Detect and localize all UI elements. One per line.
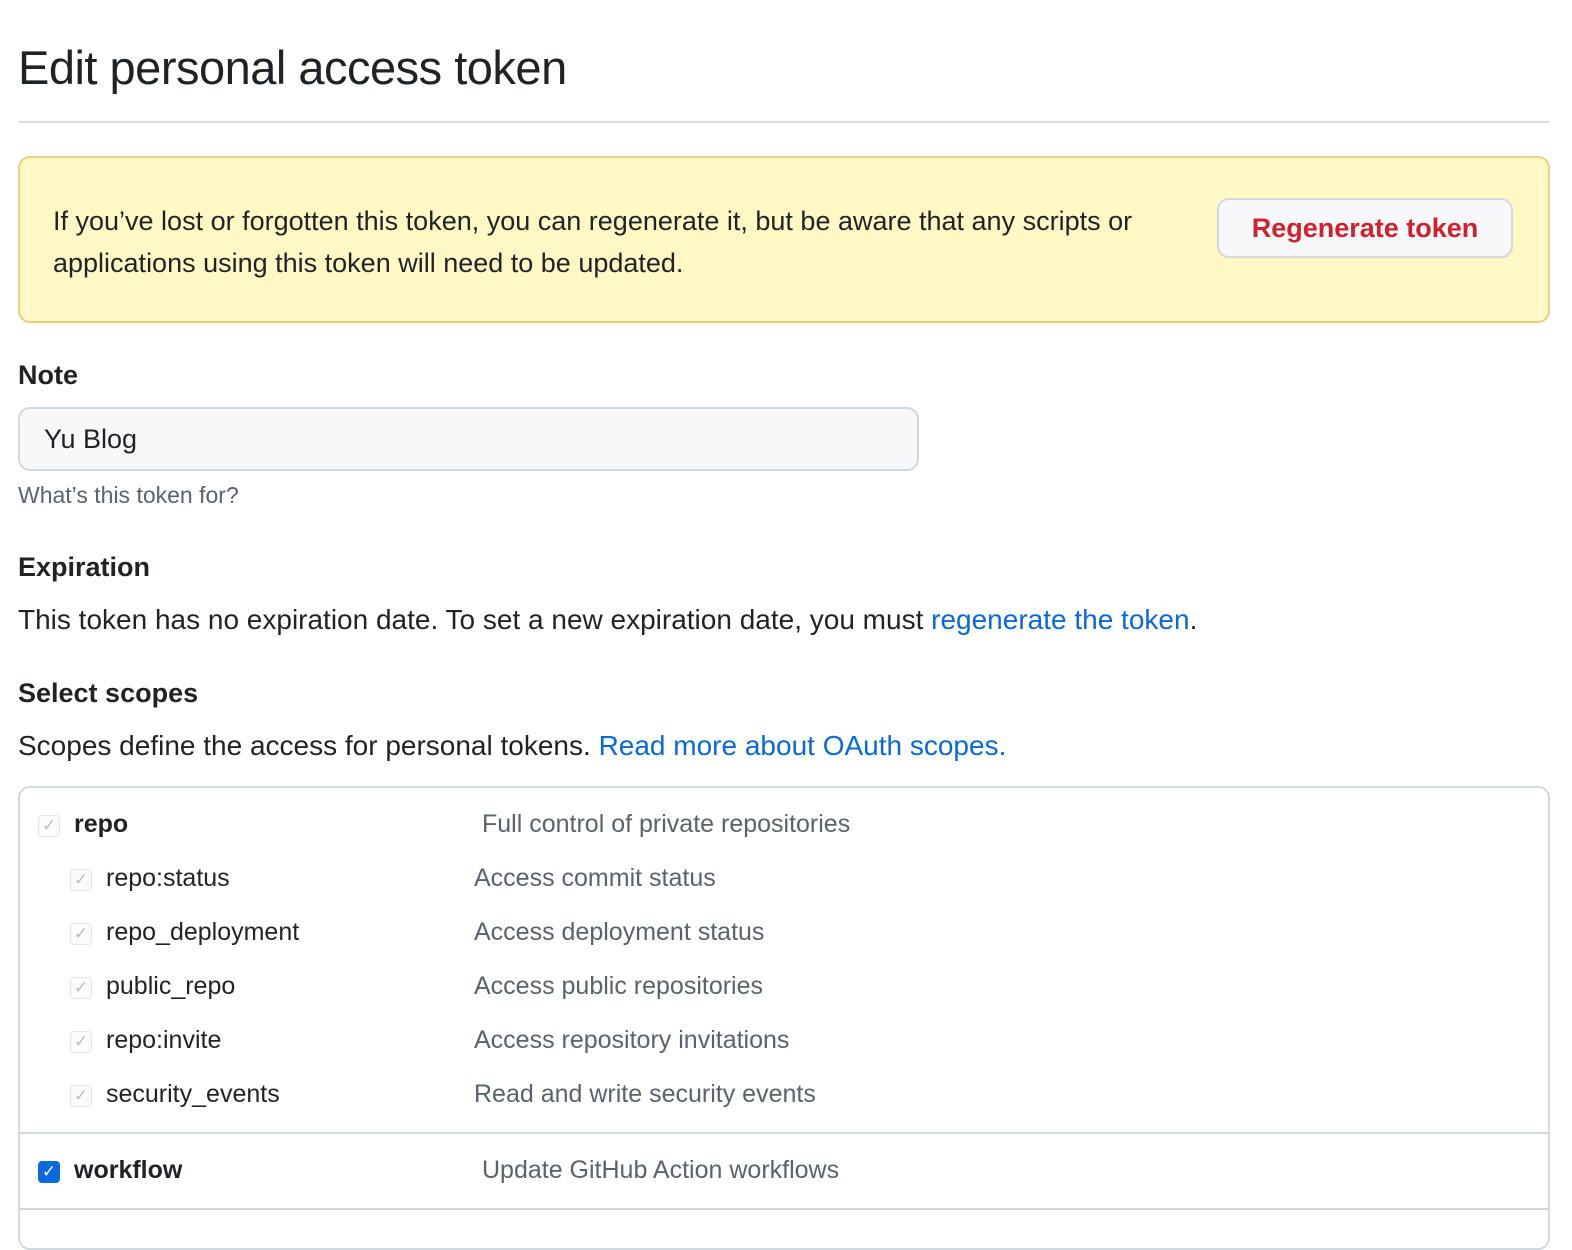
scope-desc: Read and write security events [474,1080,816,1108]
scope-checkbox-repo-deployment[interactable]: ✓ [70,923,92,945]
scope-row-repo: ✓ repo Full control of private repositor… [20,806,1548,846]
oauth-scopes-link[interactable]: Read more about OAuth scopes. [599,730,1007,761]
regenerate-token-button[interactable]: Regenerate token [1217,198,1513,258]
expiration-text: This token has no expiration date. To se… [18,604,1197,636]
scope-desc: Access commit status [474,864,716,892]
scope-checkbox-repo-status[interactable]: ✓ [70,869,92,891]
scope-row-security-events: ✓ security_events Read and write securit… [20,1076,1548,1116]
scope-name: workflow [74,1156,183,1184]
scope-name: public_repo [106,972,236,1000]
note-label: Note [18,360,78,390]
scope-row-repo-status: ✓ repo:status Access commit status [20,860,1548,900]
scope-name: security_events [106,1080,280,1108]
scope-checkbox-repo[interactable]: ✓ [38,815,60,837]
note-input[interactable] [18,407,919,471]
scopes-list: ✓ repo Full control of private repositor… [18,786,1550,1250]
scope-row-public-repo: ✓ public_repo Access public repositories [20,968,1548,1008]
scope-checkbox-public-repo[interactable]: ✓ [70,977,92,999]
scopes-text: Scopes define the access for personal to… [18,730,1006,762]
scope-name: repo_deployment [106,918,300,946]
scope-name: repo [74,810,129,838]
scopes-text-body: Scopes define the access for personal to… [18,730,599,761]
page-title: Edit personal access token [18,41,567,94]
scope-name: repo:status [106,864,230,892]
scope-desc: Update GitHub Action workflows [482,1156,840,1184]
scopes-label: Select scopes [18,678,199,708]
scope-row-repo-deployment: ✓ repo_deployment Access deployment stat… [20,914,1548,954]
scope-desc: Access repository invitations [474,1026,790,1054]
expiration-suffix: . [1189,604,1198,635]
scope-checkbox-security-events[interactable]: ✓ [70,1085,92,1107]
scope-divider [18,1208,1548,1210]
regenerate-token-link[interactable]: regenerate the token [931,604,1189,635]
scope-desc: Full control of private repositories [482,810,851,838]
expiration-label: Expiration [18,552,151,582]
scope-checkbox-workflow[interactable]: ✓ [38,1161,60,1183]
scope-desc: Access public repositories [474,972,764,1000]
scope-name: repo:invite [106,1026,222,1054]
flash-message: If you’ve lost or forgotten this token, … [53,206,1133,278]
scope-checkbox-repo-invite[interactable]: ✓ [70,1031,92,1053]
warning-flash: If you’ve lost or forgotten this token, … [18,156,1550,323]
scope-desc: Access deployment status [474,918,765,946]
scope-row-repo-invite: ✓ repo:invite Access repository invitati… [20,1022,1548,1062]
note-hint: What’s this token for? [18,482,239,508]
scope-divider [18,1132,1548,1134]
title-divider [18,121,1550,123]
scope-row-workflow: ✓ workflow Update GitHub Action workflow… [20,1152,1548,1192]
expiration-text-body: This token has no expiration date. To se… [18,604,932,635]
